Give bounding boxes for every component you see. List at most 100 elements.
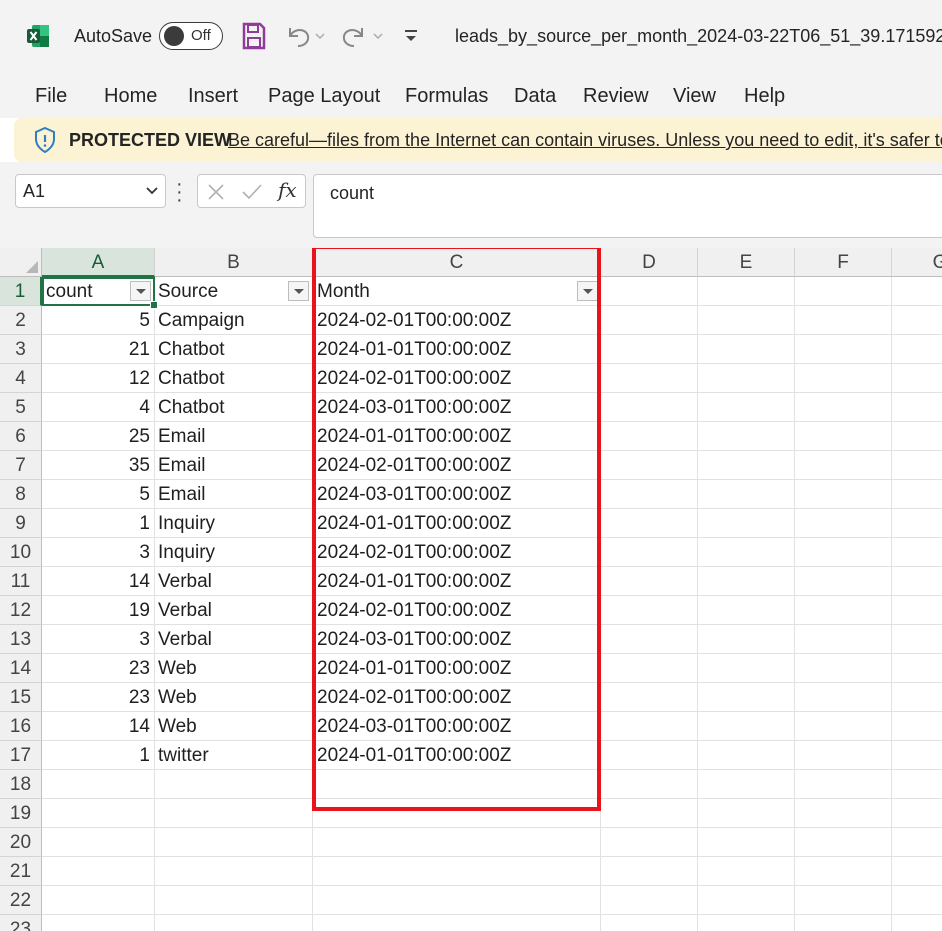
row-header-20[interactable]: 20 xyxy=(0,828,42,857)
cell-source[interactable]: Verbal xyxy=(158,567,308,596)
row-header-22[interactable]: 22 xyxy=(0,886,42,915)
menu-page-layout[interactable]: Page Layout xyxy=(268,85,380,108)
row-header-11[interactable]: 11 xyxy=(0,567,42,596)
row-header-19[interactable]: 19 xyxy=(0,799,42,828)
autosave-toggle[interactable]: Off xyxy=(159,22,223,50)
cell-source[interactable]: Email xyxy=(158,422,308,451)
cell-count[interactable]: 1 xyxy=(44,741,150,770)
select-all-corner[interactable] xyxy=(0,248,42,277)
cell-source[interactable]: Email xyxy=(158,451,308,480)
menu-home[interactable]: Home xyxy=(104,85,157,108)
row-header-15[interactable]: 15 xyxy=(0,683,42,712)
customize-toolbar-icon[interactable] xyxy=(402,22,420,50)
header-source[interactable]: Source xyxy=(158,277,288,306)
cell-source[interactable]: Chatbot xyxy=(158,393,308,422)
cell-count[interactable]: 23 xyxy=(44,654,150,683)
name-box[interactable]: A1 xyxy=(15,174,166,208)
formula-value: count xyxy=(330,183,375,203)
row-header-14[interactable]: 14 xyxy=(0,654,42,683)
cancel-icon[interactable] xyxy=(207,183,225,201)
cell-source[interactable]: Inquiry xyxy=(158,509,308,538)
cell-count[interactable]: 23 xyxy=(44,683,150,712)
cell-count[interactable]: 3 xyxy=(44,538,150,567)
menu-review[interactable]: Review xyxy=(583,85,649,108)
cell-count[interactable]: 4 xyxy=(44,393,150,422)
formula-input[interactable]: count xyxy=(313,174,942,238)
check-icon[interactable] xyxy=(241,183,263,201)
cell-source[interactable]: Web xyxy=(158,712,308,741)
formula-buttons: fx xyxy=(197,174,306,208)
name-box-value: A1 xyxy=(23,181,46,201)
active-cell-a1[interactable] xyxy=(42,277,155,306)
row-header-12[interactable]: 12 xyxy=(0,596,42,625)
cell-source[interactable]: Inquiry xyxy=(158,538,308,567)
redo-icon[interactable] xyxy=(342,22,386,50)
row-header-16[interactable]: 16 xyxy=(0,712,42,741)
menu-formulas[interactable]: Formulas xyxy=(405,85,488,108)
cell-count[interactable]: 14 xyxy=(44,712,150,741)
gridline xyxy=(42,914,942,915)
row-header-3[interactable]: 3 xyxy=(0,335,42,364)
menu-data[interactable]: Data xyxy=(514,85,556,108)
more-options-icon[interactable]: · · · xyxy=(176,174,183,210)
menu-bar: File Home Insert Page Layout Formulas Da… xyxy=(0,72,942,118)
row-header-7[interactable]: 7 xyxy=(0,451,42,480)
cell-source[interactable]: Campaign xyxy=(158,306,308,335)
cell-count[interactable]: 12 xyxy=(44,364,150,393)
filter-dropdown-source-icon[interactable] xyxy=(288,281,309,301)
column-header-g[interactable]: G xyxy=(892,248,942,277)
row-header-18[interactable]: 18 xyxy=(0,770,42,799)
row-header-10[interactable]: 10 xyxy=(0,538,42,567)
chevron-down-icon[interactable] xyxy=(145,184,159,198)
menu-help[interactable]: Help xyxy=(744,85,785,108)
gridline xyxy=(154,277,155,931)
cell-count[interactable]: 14 xyxy=(44,567,150,596)
menu-view[interactable]: View xyxy=(673,85,716,108)
row-header-8[interactable]: 8 xyxy=(0,480,42,509)
row-header-9[interactable]: 9 xyxy=(0,509,42,538)
column-header-e[interactable]: E xyxy=(698,248,795,277)
save-icon[interactable] xyxy=(242,22,266,50)
cell-source[interactable]: Email xyxy=(158,480,308,509)
row-header-1[interactable]: 1 xyxy=(0,277,42,306)
cell-source[interactable]: Chatbot xyxy=(158,364,308,393)
row-header-6[interactable]: 6 xyxy=(0,422,42,451)
row-header-23[interactable]: 23 xyxy=(0,915,42,931)
row-header-17[interactable]: 17 xyxy=(0,741,42,770)
cell-source[interactable]: Web xyxy=(158,683,308,712)
protected-view-message-link[interactable]: Be careful—files from the Internet can c… xyxy=(228,130,942,151)
row-header-2[interactable]: 2 xyxy=(0,306,42,335)
column-header-d[interactable]: D xyxy=(601,248,698,277)
cell-count[interactable]: 3 xyxy=(44,625,150,654)
cell-count[interactable]: 1 xyxy=(44,509,150,538)
gridline xyxy=(891,277,892,931)
row-header-21[interactable]: 21 xyxy=(0,857,42,886)
menu-insert[interactable]: Insert xyxy=(188,85,238,108)
cell-source[interactable]: Verbal xyxy=(158,625,308,654)
autosave-state: Off xyxy=(191,27,211,44)
row-header-4[interactable]: 4 xyxy=(0,364,42,393)
cell-count[interactable]: 5 xyxy=(44,480,150,509)
undo-icon[interactable] xyxy=(284,22,328,50)
cell-source[interactable]: twitter xyxy=(158,741,308,770)
cell-count[interactable]: 21 xyxy=(44,335,150,364)
row-header-13[interactable]: 13 xyxy=(0,625,42,654)
cell-source[interactable]: Chatbot xyxy=(158,335,308,364)
cell-count[interactable]: 35 xyxy=(44,451,150,480)
cell-count[interactable]: 19 xyxy=(44,596,150,625)
cell-count[interactable]: 5 xyxy=(44,306,150,335)
cell-count[interactable]: 25 xyxy=(44,422,150,451)
insert-function-icon[interactable]: fx xyxy=(278,178,297,202)
column-header-b[interactable]: B xyxy=(155,248,313,277)
fill-handle[interactable] xyxy=(150,301,158,309)
shield-icon xyxy=(35,127,55,153)
column-header-a[interactable]: A xyxy=(42,248,155,277)
row-header-5[interactable]: 5 xyxy=(0,393,42,422)
gridline xyxy=(697,277,698,931)
cell-source[interactable]: Web xyxy=(158,654,308,683)
protected-view-banner: PROTECTED VIEW Be careful—files from the… xyxy=(14,118,942,162)
menu-file[interactable]: File xyxy=(35,85,67,108)
title-bar: AutoSave Off leads_by_source_per_month_2… xyxy=(0,0,942,72)
column-header-f[interactable]: F xyxy=(795,248,892,277)
cell-source[interactable]: Verbal xyxy=(158,596,308,625)
